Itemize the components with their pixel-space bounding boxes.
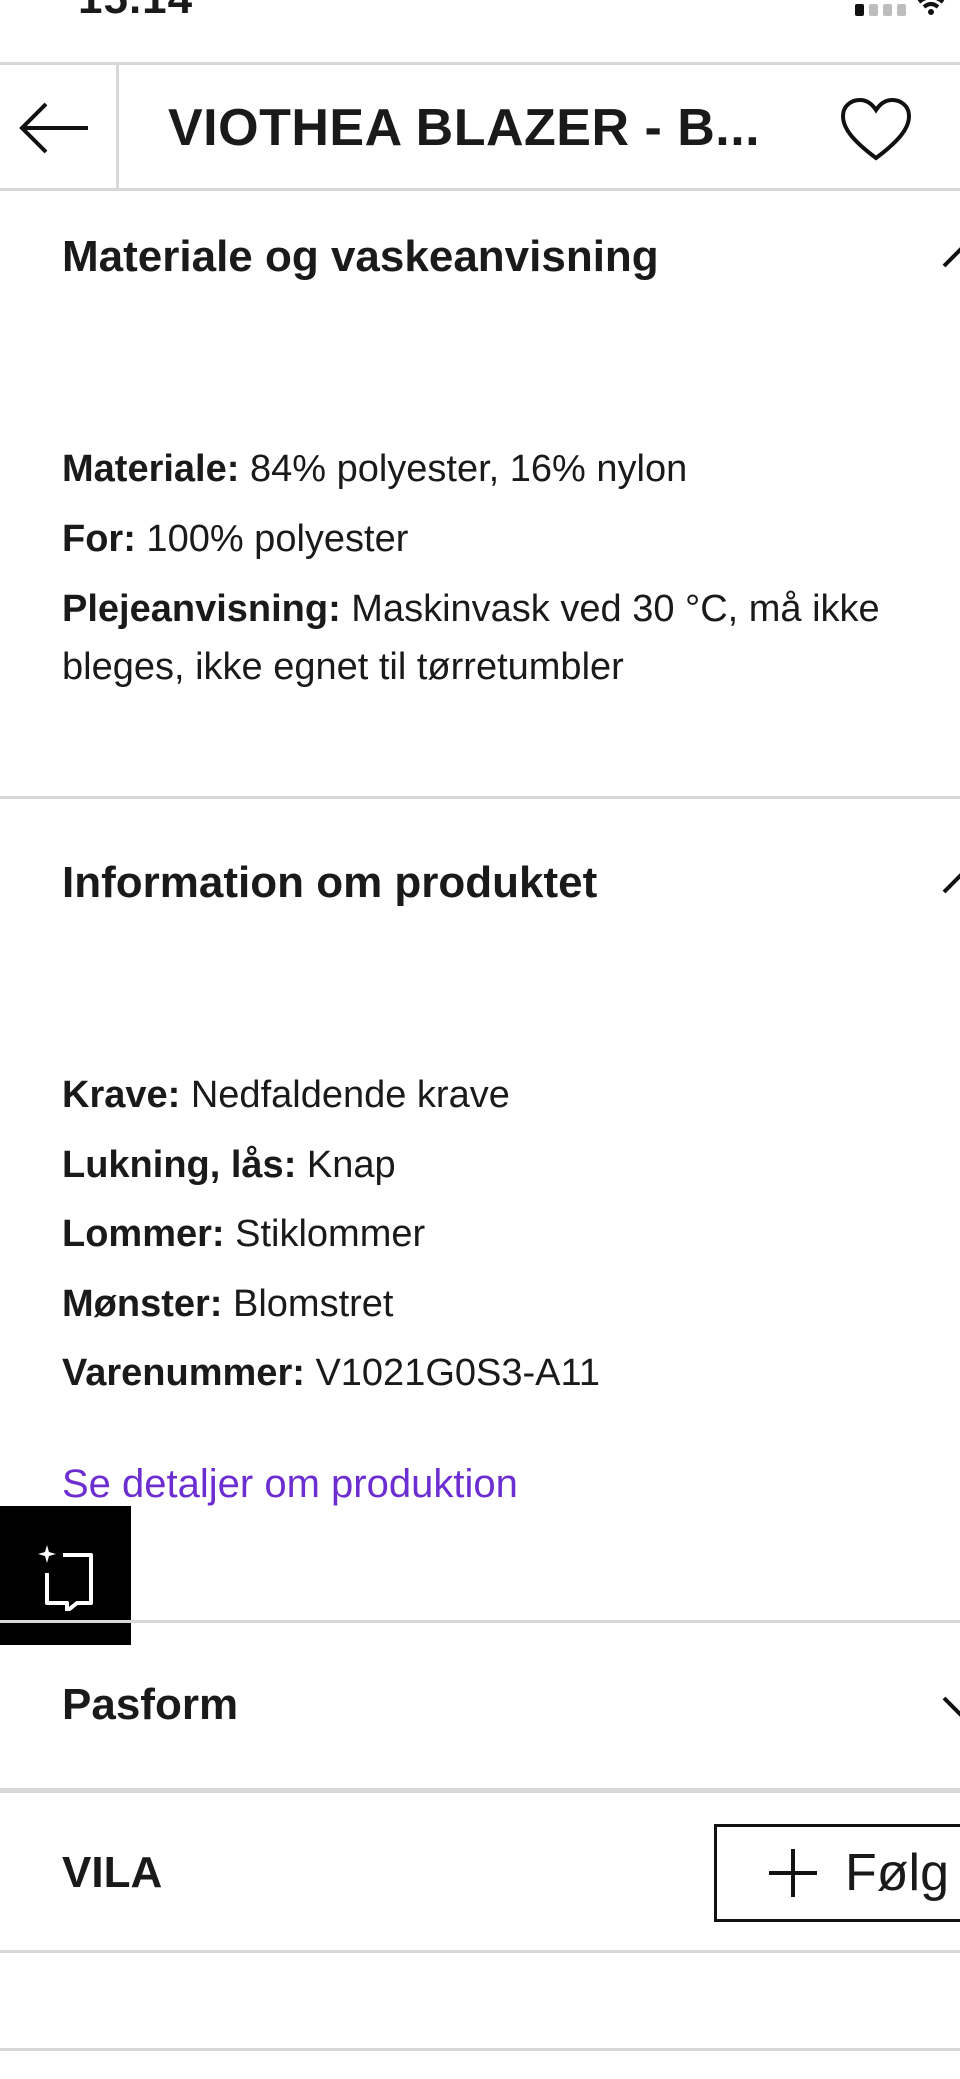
section-title-material[interactable]: Materiale og vaskeanvisning bbox=[62, 232, 659, 282]
page-title: VIOTHEA BLAZER - B... bbox=[168, 99, 761, 157]
plus-icon bbox=[769, 1849, 817, 1897]
chevron-down-icon[interactable] bbox=[940, 1686, 960, 1726]
back-button[interactable] bbox=[14, 92, 94, 164]
favorite-button[interactable] bbox=[834, 90, 918, 170]
section-title-fit[interactable]: Pasform bbox=[62, 1680, 238, 1730]
detail-row-lining: For: 100% polyester bbox=[62, 518, 409, 560]
heart-icon bbox=[840, 98, 912, 161]
section-divider bbox=[0, 1788, 960, 1793]
wifi-icon bbox=[917, 0, 945, 15]
detail-row-care: Plejeanvisning: Maskinvask ved 30 °C, må… bbox=[62, 588, 880, 630]
sparkle-size-icon bbox=[37, 1544, 93, 1611]
header-separator bbox=[116, 64, 119, 188]
detail-row-item-number: Varenummer: V1021G0S3-A11 bbox=[62, 1352, 600, 1394]
arrow-left-icon bbox=[19, 102, 88, 154]
detail-row-closure: Lukning, lås: Knap bbox=[62, 1144, 396, 1186]
section-divider bbox=[0, 1950, 960, 1953]
detail-row-collar: Krave: Nedfaldende krave bbox=[62, 1074, 510, 1116]
chevron-up-icon[interactable] bbox=[940, 864, 960, 904]
detail-row-pattern: Mønster: Blomstret bbox=[62, 1283, 394, 1325]
detail-row-material: Materiale: 84% polyester, 16% nylon bbox=[62, 448, 688, 490]
status-time: 15.14 bbox=[78, 0, 193, 24]
brand-name: VILA bbox=[62, 1848, 163, 1897]
section-divider bbox=[0, 796, 960, 799]
section-divider bbox=[0, 1620, 960, 1623]
section-title-product-info[interactable]: Information om produktet bbox=[62, 858, 597, 908]
follow-label: Følg bbox=[845, 1844, 949, 1902]
header-bottom-divider bbox=[0, 188, 960, 191]
header-top-divider bbox=[0, 62, 960, 65]
production-details-link[interactable]: Se detaljer om produktion bbox=[62, 1462, 518, 1507]
floating-action-button[interactable] bbox=[0, 1506, 131, 1645]
section-divider bbox=[0, 2048, 960, 2051]
status-icons bbox=[855, 0, 946, 16]
detail-row-pockets: Lommer: Stiklommer bbox=[62, 1213, 426, 1255]
chevron-up-icon[interactable] bbox=[940, 238, 960, 278]
signal-icon bbox=[855, 4, 906, 16]
follow-button[interactable]: Følg bbox=[714, 1824, 960, 1922]
detail-row-care-continued: bleges, ikke egnet til tørretumbler bbox=[62, 646, 624, 688]
